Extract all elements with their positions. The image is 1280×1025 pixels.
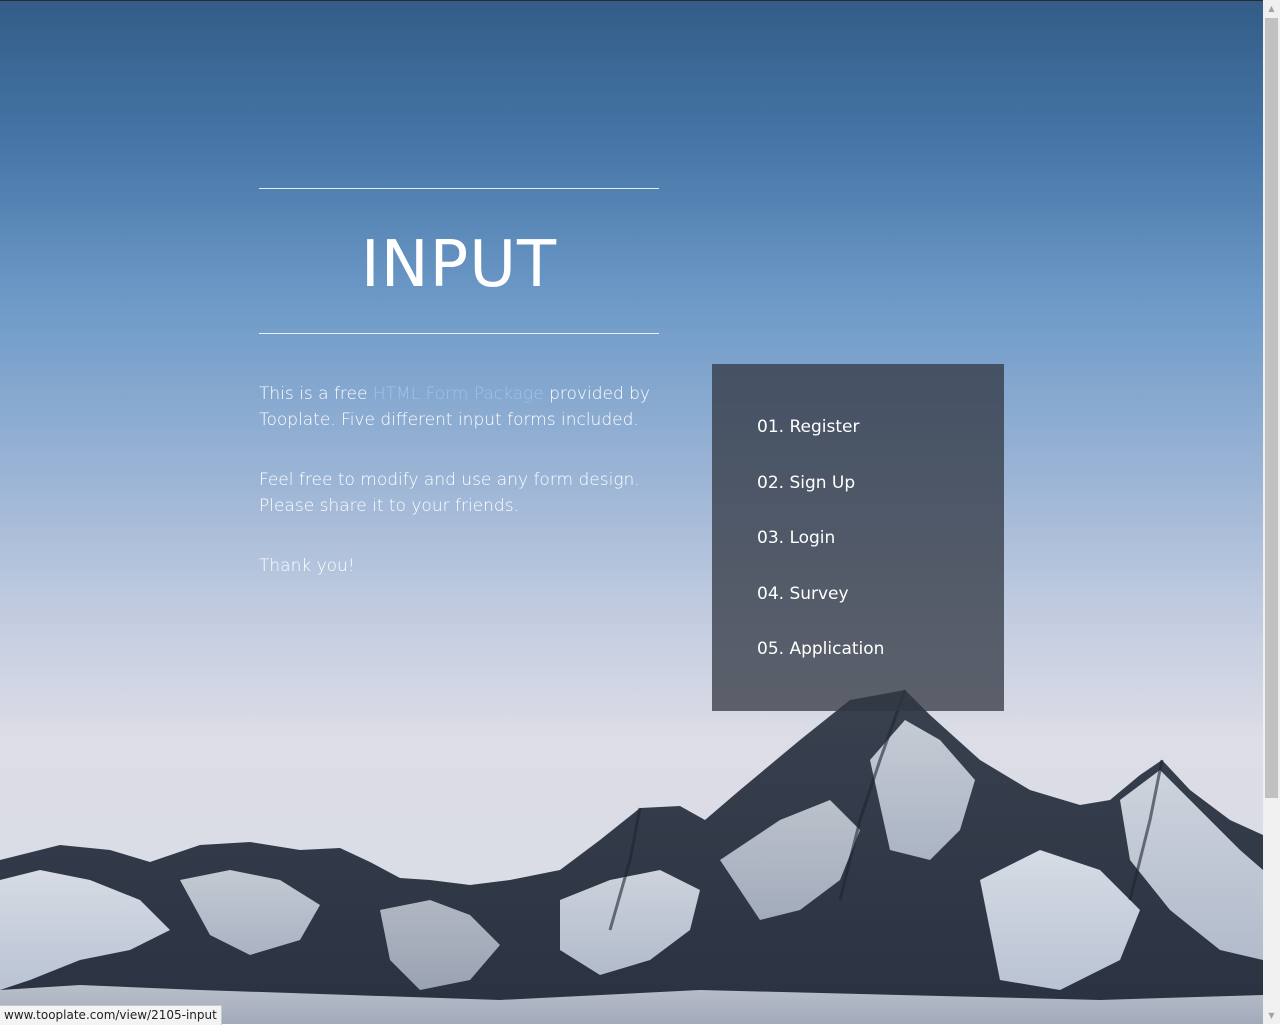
page-background: INPUT This is a free HTML Form Package p… (0, 0, 1263, 1024)
forms-menu-list: 01. Register 02. Sign Up 03. Login 04. S… (757, 414, 884, 692)
page-title: INPUT (360, 228, 558, 302)
scrollbar-thumb[interactable] (1265, 18, 1278, 798)
menu-item-sign-up[interactable]: 02. Sign Up (757, 470, 884, 526)
menu-item-login[interactable]: 03. Login (757, 525, 884, 581)
hero-top-rule (259, 188, 659, 189)
menu-item-survey[interactable]: 04. Survey (757, 581, 884, 637)
menu-item-register[interactable]: 01. Register (757, 414, 884, 470)
vertical-scrollbar[interactable]: ▲ ▼ (1263, 0, 1280, 1024)
status-bar-url: www.tooplate.com/view/2105-input (0, 1005, 222, 1025)
intro-text-pre: This is a free (259, 384, 373, 404)
scroll-up-arrow-icon[interactable]: ▲ (1263, 0, 1280, 17)
intro-paragraph-1: This is a free HTML Form Package provide… (259, 381, 659, 433)
hero-bottom-rule (259, 333, 659, 334)
html-form-package-link[interactable]: HTML Form Package (373, 384, 544, 404)
intro-paragraph-3: Thank you! (259, 556, 355, 576)
forms-menu-panel: 01. Register 02. Sign Up 03. Login 04. S… (712, 364, 1004, 711)
scroll-down-arrow-icon[interactable]: ▼ (1263, 1007, 1280, 1024)
intro-paragraph-2: Feel free to modify and use any form des… (259, 470, 640, 516)
menu-item-application[interactable]: 05. Application (757, 636, 884, 692)
intro-text: This is a free HTML Form Package provide… (259, 381, 659, 613)
